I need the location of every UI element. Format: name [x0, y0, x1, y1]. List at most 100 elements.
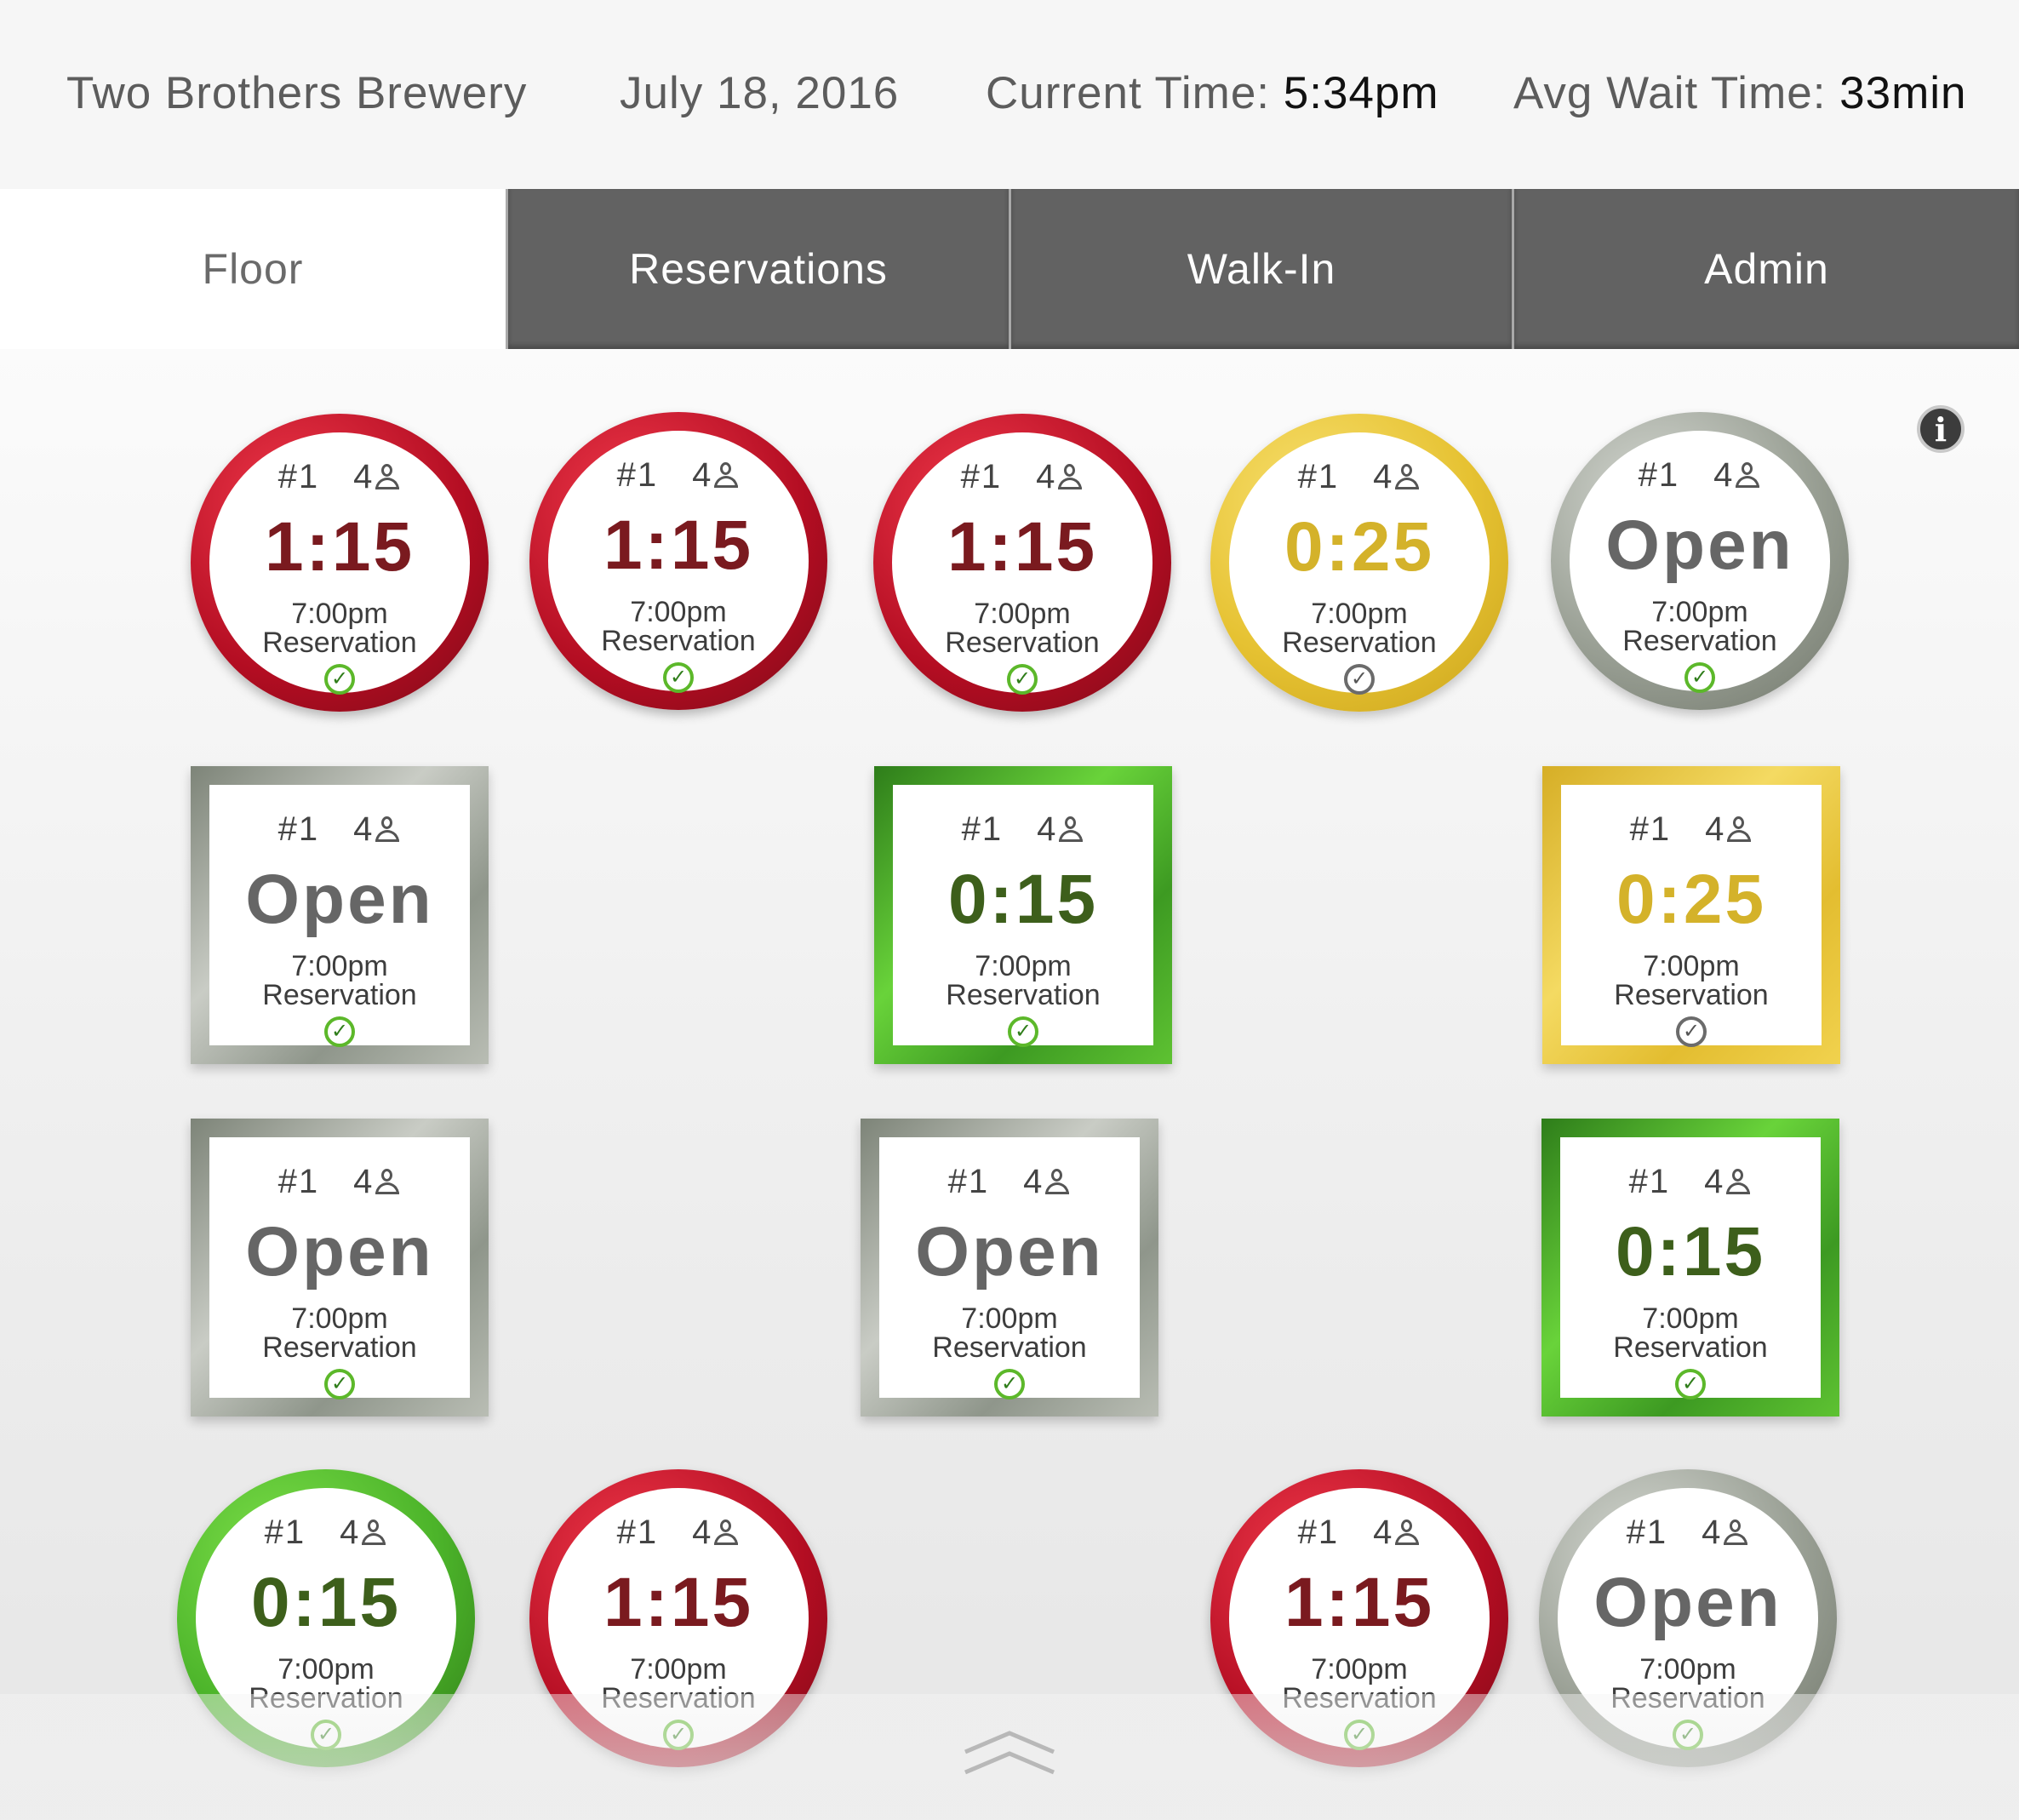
- avg-wait-time: Avg Wait Time: 33min: [1513, 66, 1967, 121]
- check-circle-icon[interactable]: ✓: [1007, 664, 1038, 695]
- table-timer: 0:25: [1284, 508, 1435, 586]
- check-circle-icon[interactable]: ✓: [663, 662, 694, 693]
- reservation-label: Reservation: [1282, 627, 1437, 659]
- table-face: #1 4 1:15 7:00pmReservation ✓: [892, 432, 1152, 695]
- person-icon: [1044, 1169, 1071, 1194]
- seat-count: 4: [1036, 458, 1057, 495]
- tab-floor[interactable]: Floor: [0, 189, 506, 349]
- check-circle-icon[interactable]: ✓: [1675, 1369, 1706, 1399]
- reservation-label: Reservation: [262, 627, 417, 659]
- reservation-label: Reservation: [1613, 1331, 1768, 1364]
- table-card[interactable]: #1 4 0:25 7:00pm Reservation ✓: [1542, 766, 1840, 1064]
- table-number: #1: [1626, 1514, 1668, 1551]
- person-icon: [712, 462, 740, 488]
- table-number: #1: [616, 456, 659, 494]
- table-card[interactable]: #1 4 Open 7:00pmReservation ✓: [191, 766, 489, 1064]
- reservation-label: Reservation: [945, 627, 1100, 659]
- person-icon: [1724, 1169, 1752, 1194]
- table-header: #1 4: [879, 1163, 1140, 1201]
- table-card[interactable]: #1 4 0:25 7:00pm Reservation ✓: [1210, 414, 1508, 712]
- table-face: #1 4 0:25 7:00pm Reservation ✓: [1561, 785, 1822, 1047]
- table-timer: 1:15: [947, 508, 1098, 586]
- table-header: #1 4: [1561, 810, 1822, 849]
- check-circle-icon[interactable]: ✓: [324, 664, 355, 695]
- reservation-time: 7:00pm: [961, 1302, 1058, 1335]
- seat-count: 4: [1373, 1514, 1394, 1551]
- table-number: #1: [277, 1163, 320, 1200]
- table-card[interactable]: #1 4 0:15 7:00pmReservation ✓: [874, 766, 1172, 1064]
- table-card[interactable]: #1 4 1:15 7:00pmReservation ✓: [191, 414, 489, 712]
- reservation-label: Reservation: [1622, 625, 1777, 657]
- person-icon: [712, 1520, 740, 1545]
- table-card[interactable]: #1 4 1:15 7:00pmReservation ✓: [529, 412, 827, 710]
- tab-reservations[interactable]: Reservations: [506, 189, 1009, 349]
- tab-admin[interactable]: Admin: [1512, 189, 2019, 349]
- table-header: #1 4: [1229, 458, 1490, 496]
- avg-wait-label: Avg Wait Time:: [1513, 68, 1827, 118]
- reservation-time: 7:00pm: [1311, 1653, 1408, 1686]
- person-icon: [360, 1520, 387, 1545]
- check-circle-icon[interactable]: ✓: [324, 1369, 355, 1399]
- table-face: #1 4 Open 7:00pmReservation ✓: [1570, 431, 1830, 693]
- table-number: #1: [1628, 1163, 1671, 1200]
- reservation-time: 7:00pm: [630, 1653, 727, 1686]
- table-card[interactable]: #1 4 Open 7:00pmReservation ✓: [1551, 412, 1849, 710]
- current-date: July 18, 2016: [620, 68, 900, 118]
- check-circle-icon[interactable]: ✓: [324, 1016, 355, 1047]
- table-header: #1 4: [548, 456, 809, 495]
- table-timer: Open: [1593, 1564, 1782, 1641]
- person-icon: [374, 816, 401, 842]
- avg-wait-value: 33min: [1839, 68, 1967, 118]
- check-circle-icon[interactable]: ✓: [1684, 662, 1715, 693]
- person-icon: [1057, 816, 1084, 842]
- table-number: #1: [1629, 810, 1672, 848]
- table-card[interactable]: #1 4 Open 7:00pmReservation ✓: [861, 1119, 1158, 1417]
- table-timer: 1:15: [603, 507, 754, 584]
- seat-count: 4: [340, 1514, 361, 1551]
- table-header: #1 4: [209, 1163, 470, 1201]
- table-number: #1: [277, 458, 320, 495]
- seat-count: 4: [1704, 1163, 1725, 1200]
- table-number: #1: [947, 1163, 990, 1200]
- table-header: #1 4: [892, 458, 1152, 496]
- table-card[interactable]: #1 4 Open 7:00pmReservation ✓: [191, 1119, 489, 1417]
- check-circle-icon[interactable]: ✓: [1344, 664, 1375, 695]
- seat-count: 4: [1037, 810, 1058, 848]
- reservation-label: Reservation: [932, 1331, 1087, 1364]
- person-icon: [1056, 464, 1084, 489]
- tab-walk-in[interactable]: Walk-In: [1009, 189, 1512, 349]
- table-header: #1 4: [1570, 456, 1830, 495]
- table-header: #1 4: [1558, 1514, 1818, 1552]
- check-circle-icon[interactable]: ✓: [994, 1369, 1025, 1399]
- person-icon: [1393, 464, 1421, 489]
- table-header: #1 4: [893, 810, 1153, 849]
- person-icon: [1722, 1520, 1749, 1545]
- header-bar: Two Brothers Brewery July 18, 2016 Curre…: [0, 0, 2019, 189]
- reservation-label: Reservation: [262, 979, 417, 1011]
- table-card[interactable]: #1 4 1:15 7:00pmReservation ✓: [873, 414, 1171, 712]
- reservation-time: 7:00pm: [1643, 950, 1740, 982]
- reservation-time: 7:00pm: [291, 598, 388, 630]
- restaurant-name: Two Brothers Brewery: [66, 68, 528, 118]
- reservation-time: 7:00pm: [1639, 1653, 1736, 1686]
- table-header: #1 4: [196, 1514, 456, 1552]
- table-timer: 1:15: [603, 1564, 754, 1641]
- person-icon: [1734, 462, 1761, 488]
- reservation-time: 7:00pm: [975, 950, 1072, 982]
- reservation-time: 7:00pm: [277, 1653, 375, 1686]
- table-timer: 0:15: [250, 1564, 402, 1641]
- chevron-up-icon[interactable]: [962, 1728, 1057, 1779]
- table-timer: Open: [1605, 507, 1794, 584]
- table-card[interactable]: #1 4 0:15 7:00pmReservation ✓: [1541, 1119, 1839, 1417]
- table-face: #1 4 1:15 7:00pmReservation ✓: [548, 431, 809, 693]
- table-header: #1 4: [1229, 1514, 1490, 1552]
- table-face: #1 4 0:15 7:00pmReservation ✓: [893, 785, 1153, 1047]
- reservation-label: Reservation: [1614, 979, 1769, 1011]
- info-icon[interactable]: i: [1917, 405, 1965, 453]
- reservation-label: Reservation: [946, 979, 1101, 1011]
- check-circle-icon[interactable]: ✓: [1676, 1016, 1707, 1047]
- table-timer: 0:15: [947, 861, 1099, 938]
- table-header: #1 4: [209, 458, 470, 496]
- table-timer: Open: [915, 1213, 1104, 1291]
- check-circle-icon[interactable]: ✓: [1008, 1016, 1038, 1047]
